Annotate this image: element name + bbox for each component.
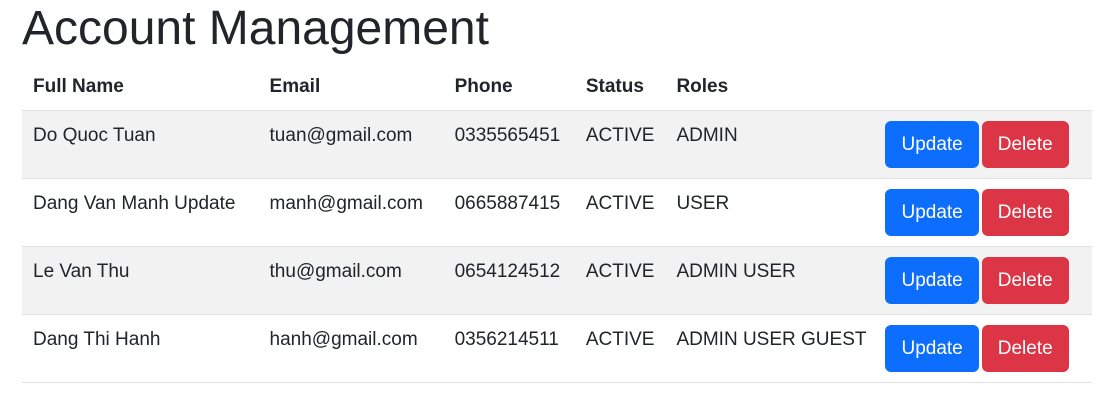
cell-full-name: Le Van Thu	[22, 246, 259, 315]
cell-email: manh@gmail.com	[258, 178, 444, 247]
delete-button[interactable]: Delete	[981, 121, 1069, 168]
cell-status: ACTIVE	[574, 110, 666, 179]
table-body: Do Quoc Tuan tuan@gmail.com 0335565451 A…	[22, 110, 1092, 383]
update-button[interactable]: Update	[885, 325, 979, 372]
table-row: Dang Thi Hanh hanh@gmail.com 0356214511 …	[22, 314, 1092, 383]
header-row: Full Name Email Phone Status Roles	[22, 64, 1092, 111]
cell-roles: ADMIN USER	[665, 246, 878, 315]
cell-phone: 0654124512	[443, 246, 575, 315]
cell-email: tuan@gmail.com	[258, 110, 444, 179]
delete-button[interactable]: Delete	[981, 325, 1069, 372]
cell-phone: 0665887415	[443, 178, 575, 247]
cell-email: hanh@gmail.com	[258, 314, 444, 383]
cell-roles: USER	[665, 178, 878, 247]
header-phone: Phone	[443, 64, 575, 111]
update-button[interactable]: Update	[885, 189, 979, 236]
header-status: Status	[574, 64, 666, 111]
cell-roles: ADMIN	[665, 110, 878, 179]
cell-full-name: Dang Van Manh Update	[22, 178, 259, 247]
table-row: Dang Van Manh Update manh@gmail.com 0665…	[22, 178, 1092, 247]
accounts-table: Full Name Email Phone Status Roles Do Qu…	[22, 64, 1092, 383]
cell-actions: Update Delete	[877, 110, 1092, 179]
cell-email: thu@gmail.com	[258, 246, 444, 315]
cell-full-name: Do Quoc Tuan	[22, 110, 259, 179]
table-row: Do Quoc Tuan tuan@gmail.com 0335565451 A…	[22, 110, 1092, 179]
header-roles: Roles	[665, 64, 878, 111]
cell-status: ACTIVE	[574, 178, 666, 247]
cell-roles: ADMIN USER GUEST	[665, 314, 878, 383]
table-row: Le Van Thu thu@gmail.com 0654124512 ACTI…	[22, 246, 1092, 315]
header-actions	[877, 64, 1092, 111]
cell-actions: Update Delete	[877, 314, 1092, 383]
delete-button[interactable]: Delete	[981, 257, 1069, 304]
delete-button[interactable]: Delete	[981, 189, 1069, 236]
cell-actions: Update Delete	[877, 246, 1092, 315]
header-full-name: Full Name	[22, 64, 259, 111]
cell-actions: Update Delete	[877, 178, 1092, 247]
cell-status: ACTIVE	[574, 314, 666, 383]
cell-full-name: Dang Thi Hanh	[22, 314, 259, 383]
table-header: Full Name Email Phone Status Roles	[22, 64, 1092, 111]
cell-phone: 0335565451	[443, 110, 575, 179]
header-email: Email	[258, 64, 444, 111]
update-button[interactable]: Update	[885, 121, 979, 168]
cell-status: ACTIVE	[574, 246, 666, 315]
update-button[interactable]: Update	[885, 257, 979, 304]
cell-phone: 0356214511	[443, 314, 575, 383]
page: Account Management Full Name Email Phone…	[0, 0, 1103, 383]
page-title: Account Management	[22, 2, 489, 55]
